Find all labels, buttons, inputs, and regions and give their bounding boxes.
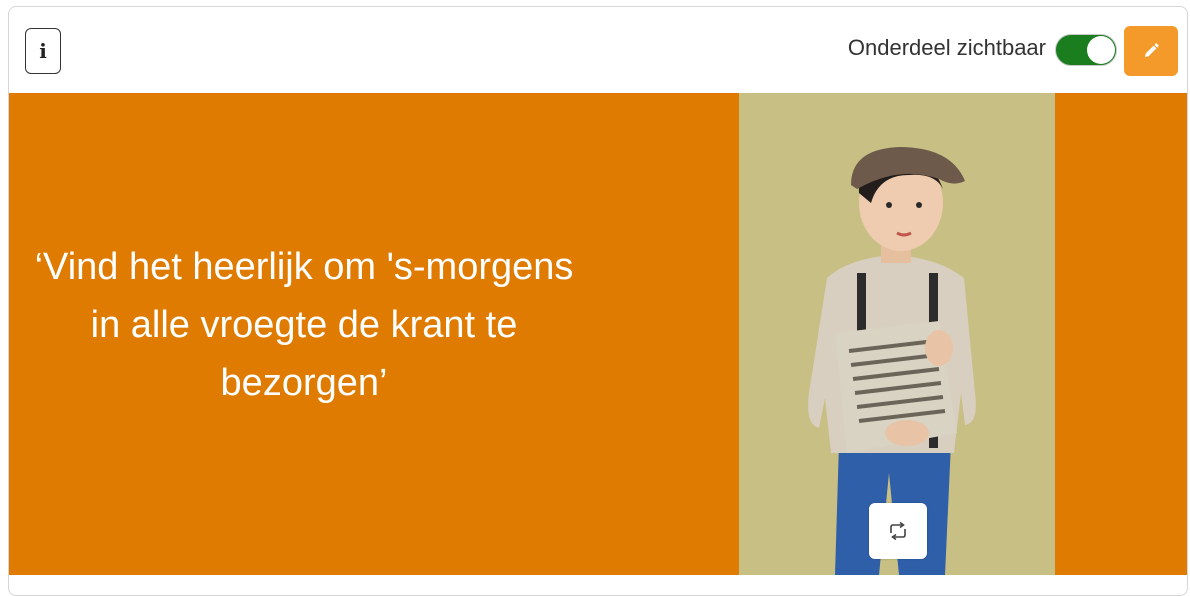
visibility-label: Onderdeel zichtbaar <box>847 35 1046 60</box>
swap-image-button[interactable] <box>869 503 927 559</box>
quote-text: ‘Vind het heerlijk om 's-morgens in alle… <box>34 246 574 404</box>
content-block-card: i Onderdeel zichtbaar ‘Vind het heerlijk… <box>8 6 1188 596</box>
pencil-icon <box>1145 43 1159 57</box>
quote-banner: ‘Vind het heerlijk om 's-morgens in alle… <box>9 93 1187 575</box>
block-toolbar: i Onderdeel zichtbaar <box>9 7 1187 93</box>
visibility-toggle[interactable] <box>1055 34 1117 66</box>
swap-arrows-icon <box>890 522 906 540</box>
toggle-knob <box>1087 36 1115 64</box>
edit-button[interactable] <box>1124 26 1178 76</box>
info-icon: i <box>39 39 47 63</box>
info-button[interactable]: i <box>25 28 61 74</box>
